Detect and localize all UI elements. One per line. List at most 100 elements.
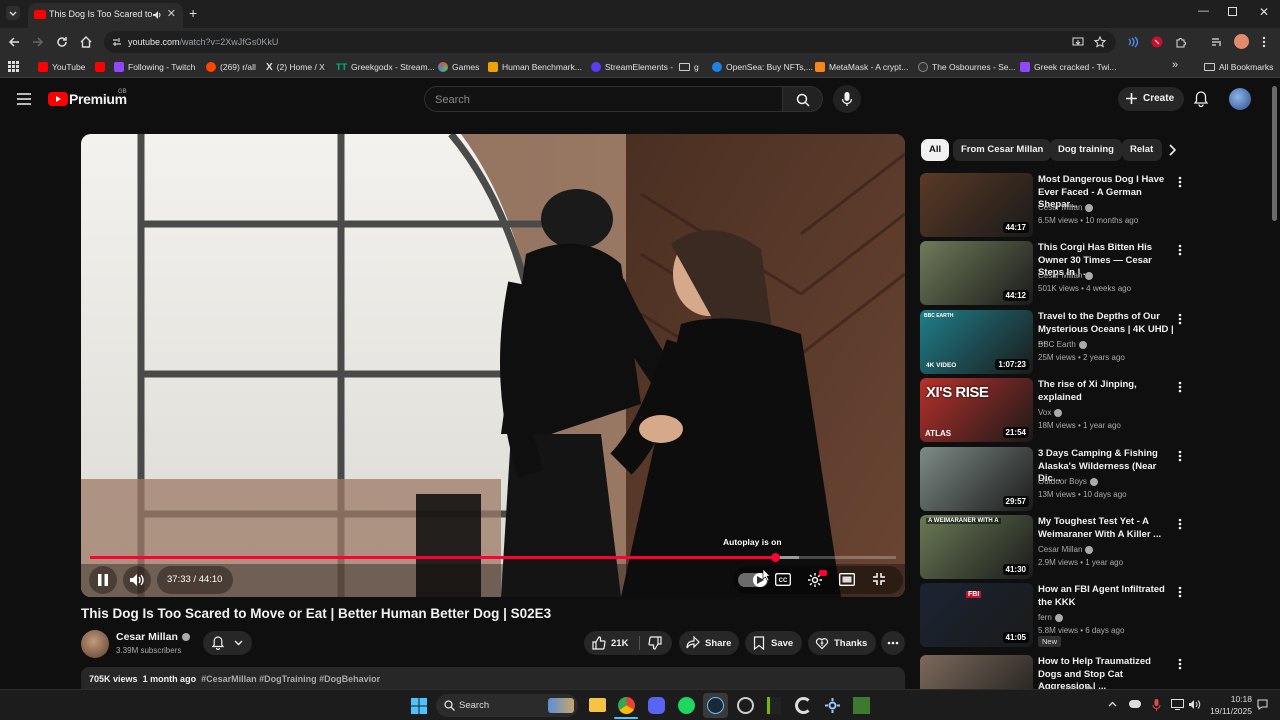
discord-icon[interactable] (648, 697, 665, 714)
bookmark-star-icon[interactable] (1094, 36, 1106, 48)
youtube-logo-icon[interactable] (48, 92, 68, 106)
more-options-icon[interactable] (1178, 176, 1188, 190)
recommendation-channel-row[interactable]: Outdoor Boys (1038, 477, 1098, 486)
recommendation-title[interactable]: My Toughest Test Yet - A Weimaraner With… (1038, 516, 1176, 541)
bookmark-games[interactable]: Games (438, 60, 479, 74)
search-button[interactable] (782, 86, 823, 112)
more-options-icon[interactable] (1178, 244, 1188, 258)
recommendation-card[interactable]: 29:57 3 Days Camping & Fishing Alaska's W… (920, 447, 1190, 511)
install-app-icon[interactable] (1072, 36, 1084, 48)
channel-avatar[interactable] (81, 630, 109, 658)
bookmark-metamask[interactable]: MetaMask - A crypt... (815, 60, 908, 74)
recommendation-card[interactable]: A WEIMARANER WITH A 41:30 My Toughest Test… (920, 515, 1190, 579)
clock-date[interactable]: 19/11/2025 (1206, 706, 1252, 716)
chip-related[interactable]: Relat (1122, 139, 1162, 161)
reload-icon[interactable] (56, 36, 68, 48)
forward-arrow-icon[interactable] (32, 36, 44, 48)
network-icon[interactable] (1171, 699, 1184, 710)
more-options-icon[interactable] (1178, 586, 1188, 600)
captions-icon[interactable]: CC (775, 573, 791, 586)
clock-time[interactable]: 10:18 (1218, 694, 1252, 704)
bookmark-greek-cracked[interactable]: Greek cracked - Twi... (1020, 60, 1117, 74)
chip-all[interactable]: All (921, 139, 950, 161)
recommendation-card[interactable]: How to Help Traumatized Dogs and Stop Ca… (920, 655, 1190, 689)
video-thumbnail[interactable]: 4K VIDEO BBC EARTH 1:07:23 (920, 310, 1033, 374)
recommendation-card[interactable]: 44:12 This Corgi Has Bitten His Owner 30 … (920, 241, 1190, 305)
cloud-icon[interactable] (1129, 700, 1141, 708)
tab-search-button[interactable] (6, 6, 20, 20)
share-button[interactable]: Share (679, 631, 739, 655)
new-tab-icon[interactable]: + (189, 5, 197, 21)
chevron-right-icon[interactable] (1167, 144, 1177, 156)
subscription-bell-button[interactable] (203, 631, 252, 655)
more-options-icon[interactable] (1178, 313, 1188, 327)
extension-red-icon[interactable] (1151, 36, 1163, 48)
microphone-icon[interactable] (1152, 698, 1161, 712)
create-button[interactable]: Create (1118, 87, 1184, 111)
chevron-up-icon[interactable] (1108, 701, 1117, 707)
media-controls-icon[interactable] (1211, 36, 1223, 48)
bookmark-youtube[interactable]: YouTube (38, 60, 85, 74)
all-bookmarks-folder[interactable]: All Bookmarks (1204, 60, 1273, 74)
bookmark-x[interactable]: X (2) Home / X (266, 60, 325, 74)
recommendation-channel-row[interactable]: Vox (1038, 408, 1063, 417)
like-button[interactable]: 21K (584, 631, 638, 655)
file-explorer-icon[interactable] (589, 698, 606, 712)
minecraft-icon[interactable] (853, 697, 870, 714)
more-options-icon[interactable] (1178, 518, 1188, 532)
thanks-button[interactable]: Thanks (808, 631, 876, 655)
bookmark-reddit[interactable]: (269) r/all (206, 60, 256, 74)
recommendation-card[interactable]: FBI 41:05 How an FBI Agent Infiltrated the… (920, 583, 1190, 647)
pause-button[interactable] (89, 566, 117, 594)
more-options-icon[interactable] (1178, 450, 1188, 464)
recommendation-card[interactable]: 44:17 Most Dangerous Dog I Have Ever Face… (920, 173, 1190, 237)
tab-close-icon[interactable]: ✕ (167, 7, 176, 20)
video-thumbnail[interactable]: XI'S RISE ATLAS 21:54 (920, 378, 1033, 442)
time-display-pill[interactable]: 37:33 / 44:10 (157, 566, 233, 594)
video-thumbnail[interactable]: A WEIMARANER WITH A 41:30 (920, 515, 1033, 579)
recommendation-title[interactable]: How an FBI Agent Infiltrated the KKK (1038, 584, 1176, 609)
chip-from-cesar-millan[interactable]: From Cesar Millan (953, 139, 1052, 161)
obs-icon[interactable] (737, 697, 754, 714)
extensions-puzzle-icon[interactable] (1175, 36, 1187, 48)
voice-search-button[interactable] (833, 85, 861, 113)
mute-button[interactable] (123, 566, 151, 594)
window-close-icon[interactable]: ✕ (1259, 5, 1269, 19)
recommendation-channel-row[interactable]: Cesar Millan (1038, 271, 1094, 280)
nvidia-icon[interactable] (767, 697, 781, 714)
notification-center-icon[interactable] (1257, 699, 1268, 710)
taskbar-search[interactable]: Search (436, 694, 578, 717)
recommendation-channel-row[interactable]: Cesar Millan (1038, 545, 1094, 554)
home-icon[interactable] (80, 36, 92, 48)
windows-start-icon[interactable] (411, 698, 427, 714)
extension-wave-icon[interactable] (1127, 36, 1139, 48)
more-options-icon[interactable] (1178, 381, 1188, 395)
recommendation-card[interactable]: XI'S RISE ATLAS 21:54 The rise of Xi Jinpin… (920, 378, 1190, 442)
save-button[interactable]: Save (745, 631, 802, 655)
profile-avatar[interactable] (1234, 34, 1249, 49)
omnibox[interactable]: youtube.com/watch?v=2XwJfGs0KkU (104, 31, 1116, 53)
hamburger-menu-icon[interactable] (17, 93, 31, 105)
recommendation-channel-row[interactable]: fern (1038, 613, 1063, 622)
chrome-icon[interactable] (618, 697, 635, 714)
page-scrollbar[interactable] (1272, 86, 1277, 221)
site-info-icon[interactable] (112, 37, 122, 47)
browser-menu-icon[interactable] (1261, 36, 1267, 48)
tab-audio-icon[interactable] (152, 10, 162, 20)
video-thumbnail[interactable]: 29:57 (920, 447, 1033, 511)
hashtags[interactable]: #CesarMillan #DogTraining #DogBehavior (201, 674, 380, 684)
back-arrow-icon[interactable] (8, 36, 20, 48)
recommendation-title[interactable]: The rise of Xi Jinping, explained (1038, 379, 1176, 404)
recommendation-channel-row[interactable]: BBC Earth (1038, 340, 1087, 349)
minimize-icon[interactable]: — (1198, 5, 1209, 17)
settings-gear-icon[interactable] (824, 697, 841, 714)
description-box[interactable]: 705K views 1 month ago #CesarMillan #Dog… (81, 667, 905, 689)
bookmark-human-benchmark[interactable]: Human Benchmark... (488, 60, 582, 74)
bookmark-streamelements[interactable]: StreamElements - (591, 60, 673, 74)
speaker-icon[interactable] (1188, 699, 1201, 710)
bookmark-folder-g[interactable]: g (679, 60, 699, 74)
bookmark-opensea[interactable]: OpenSea: Buy NFTs,... (712, 60, 813, 74)
video-player[interactable]: Autoplay is on 37:33 / 44:10 CC (81, 134, 905, 597)
recommendation-card[interactable]: 4K VIDEO BBC EARTH 1:07:23 Travel to the De… (920, 310, 1190, 374)
more-options-icon[interactable] (1178, 658, 1188, 672)
